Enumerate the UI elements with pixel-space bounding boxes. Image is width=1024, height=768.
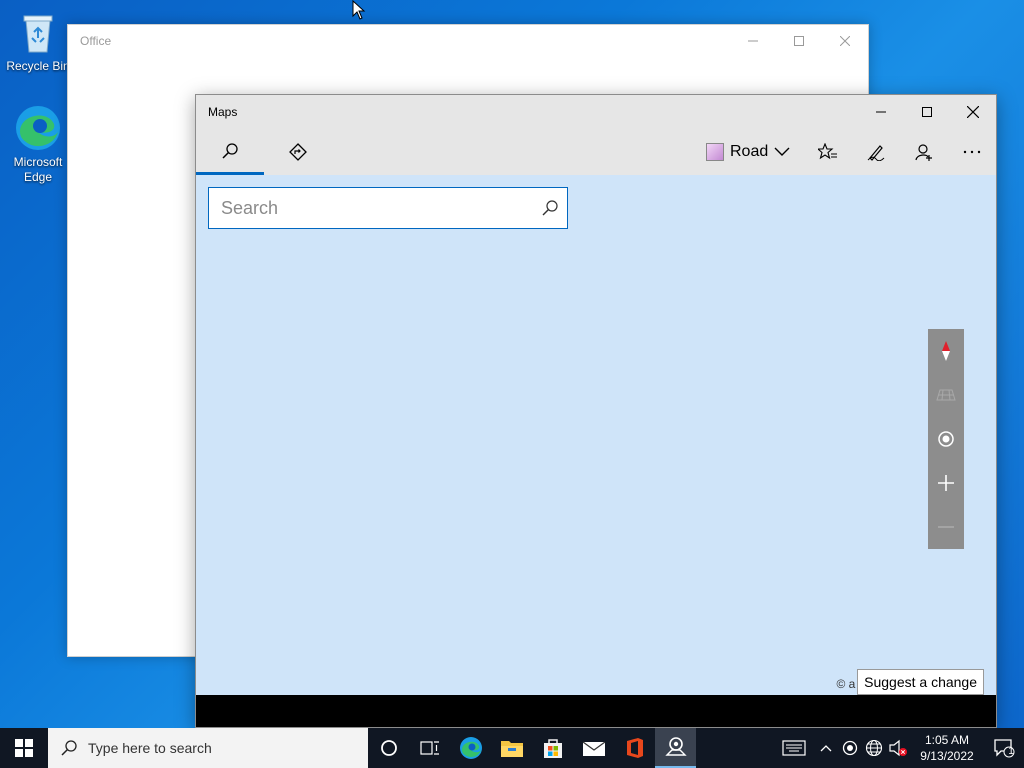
touch-keyboard-button[interactable] bbox=[774, 728, 814, 768]
taskbar-clock[interactable]: 1:05 AM 9/13/2022 bbox=[910, 732, 984, 764]
taskbar-search-box[interactable]: Type here to search bbox=[48, 728, 368, 768]
windows-logo-icon bbox=[15, 739, 33, 757]
desktop-icon-label: Microsoft Edge bbox=[13, 155, 63, 184]
search-box[interactable] bbox=[208, 187, 568, 229]
maps-minimize-button[interactable] bbox=[858, 95, 904, 129]
zoom-in-icon bbox=[938, 475, 954, 491]
task-view-icon bbox=[419, 741, 439, 755]
close-icon bbox=[840, 36, 850, 46]
chevron-up-icon bbox=[820, 745, 832, 752]
tilt-button[interactable] bbox=[928, 373, 964, 417]
compass-button[interactable] bbox=[928, 329, 964, 373]
minimize-icon bbox=[876, 111, 886, 113]
zoom-in-button[interactable] bbox=[928, 461, 964, 505]
desktop-icon-edge[interactable]: Microsoft Edge bbox=[2, 104, 74, 185]
map-style-dropdown[interactable]: Road bbox=[706, 129, 790, 175]
desktop-icon-label: Recycle Bin bbox=[6, 59, 70, 73]
close-icon bbox=[967, 106, 979, 118]
clock-date: 9/13/2022 bbox=[920, 749, 974, 763]
maximize-icon bbox=[794, 36, 804, 46]
zoom-out-button[interactable] bbox=[928, 505, 964, 549]
map-style-thumbnail bbox=[706, 143, 724, 161]
clock-time: 1:05 AM bbox=[924, 733, 970, 747]
taskbar-search-placeholder: Type here to search bbox=[88, 740, 212, 756]
edge-icon bbox=[14, 104, 62, 152]
favorites-button[interactable] bbox=[806, 129, 850, 175]
tray-record-button[interactable] bbox=[838, 728, 862, 768]
volume-button[interactable] bbox=[886, 728, 910, 768]
account-icon bbox=[915, 144, 932, 161]
maps-close-button[interactable] bbox=[950, 95, 996, 129]
maps-maximize-button[interactable] bbox=[904, 95, 950, 129]
ink-button[interactable] bbox=[854, 129, 898, 175]
office-minimize-button[interactable] bbox=[730, 25, 776, 57]
cortana-button[interactable] bbox=[368, 728, 409, 768]
network-button[interactable] bbox=[862, 728, 886, 768]
maps-toolbar: Road bbox=[196, 129, 996, 175]
taskbar-office[interactable] bbox=[614, 728, 655, 768]
ink-icon bbox=[867, 145, 885, 161]
locate-me-button[interactable] bbox=[928, 417, 964, 461]
task-view-button[interactable] bbox=[409, 728, 450, 768]
edge-icon bbox=[459, 737, 482, 759]
attribution-prefix: © a bbox=[836, 677, 856, 691]
desktop-icon-recycle-bin[interactable]: Recycle Bin bbox=[2, 8, 74, 74]
office-window-title: Office bbox=[80, 34, 112, 48]
mail-icon bbox=[582, 741, 605, 756]
more-icon bbox=[963, 150, 981, 154]
minimize-icon bbox=[748, 40, 758, 42]
tilt-icon bbox=[936, 389, 956, 401]
account-button[interactable] bbox=[902, 129, 946, 175]
maps-bottom-bar bbox=[196, 695, 996, 727]
search-icon bbox=[222, 142, 238, 159]
taskbar-edge[interactable] bbox=[450, 728, 491, 768]
search-icon bbox=[61, 740, 77, 756]
start-button[interactable] bbox=[0, 728, 48, 768]
taskbar-file-explorer[interactable] bbox=[491, 728, 532, 768]
recycle-bin-icon bbox=[14, 8, 62, 56]
taskbar-store[interactable] bbox=[532, 728, 573, 768]
more-options-button[interactable] bbox=[950, 129, 994, 175]
system-tray: 1:05 AM 9/13/2022 1 bbox=[774, 728, 1024, 768]
record-icon bbox=[842, 740, 858, 756]
maps-window-title: Maps bbox=[208, 105, 238, 119]
file-explorer-icon bbox=[500, 741, 523, 757]
locate-icon bbox=[938, 431, 954, 447]
search-submit-button[interactable] bbox=[533, 199, 567, 217]
action-center-button[interactable]: 1 bbox=[984, 728, 1024, 768]
network-icon bbox=[865, 739, 883, 757]
mouse-cursor-icon bbox=[352, 0, 366, 20]
tab-directions[interactable] bbox=[264, 129, 332, 175]
taskbar: Type here to search 1:05 AM 9/13/2022 1 bbox=[0, 728, 1024, 768]
maps-icon bbox=[664, 737, 687, 756]
suggest-change-button[interactable]: Suggest a change bbox=[857, 669, 984, 695]
favorites-icon bbox=[818, 143, 837, 160]
volume-muted-icon bbox=[889, 739, 907, 757]
directions-icon bbox=[289, 143, 307, 161]
store-icon bbox=[543, 739, 562, 758]
maps-window[interactable]: Maps Road Search © a Suggest a change bbox=[195, 94, 997, 728]
cortana-icon bbox=[380, 740, 397, 756]
taskbar-mail[interactable] bbox=[573, 728, 614, 768]
show-hidden-icons-button[interactable] bbox=[814, 728, 838, 768]
search-icon bbox=[542, 200, 558, 216]
zoom-out-icon bbox=[938, 526, 954, 528]
office-maximize-button[interactable] bbox=[776, 25, 822, 57]
taskbar-maps[interactable] bbox=[655, 728, 696, 768]
map-canvas[interactable]: © an Suggest a change bbox=[196, 175, 996, 695]
chevron-down-icon bbox=[774, 147, 790, 156]
maximize-icon bbox=[922, 107, 932, 117]
notification-count-badge: 1 bbox=[1008, 746, 1014, 757]
keyboard-icon bbox=[782, 740, 806, 756]
search-input[interactable] bbox=[221, 197, 533, 219]
tab-search[interactable] bbox=[196, 129, 264, 175]
office-icon bbox=[626, 738, 643, 758]
map-style-label: Road bbox=[730, 143, 769, 160]
compass-icon bbox=[942, 341, 950, 361]
map-controls bbox=[928, 329, 964, 549]
office-close-button[interactable] bbox=[822, 25, 868, 57]
